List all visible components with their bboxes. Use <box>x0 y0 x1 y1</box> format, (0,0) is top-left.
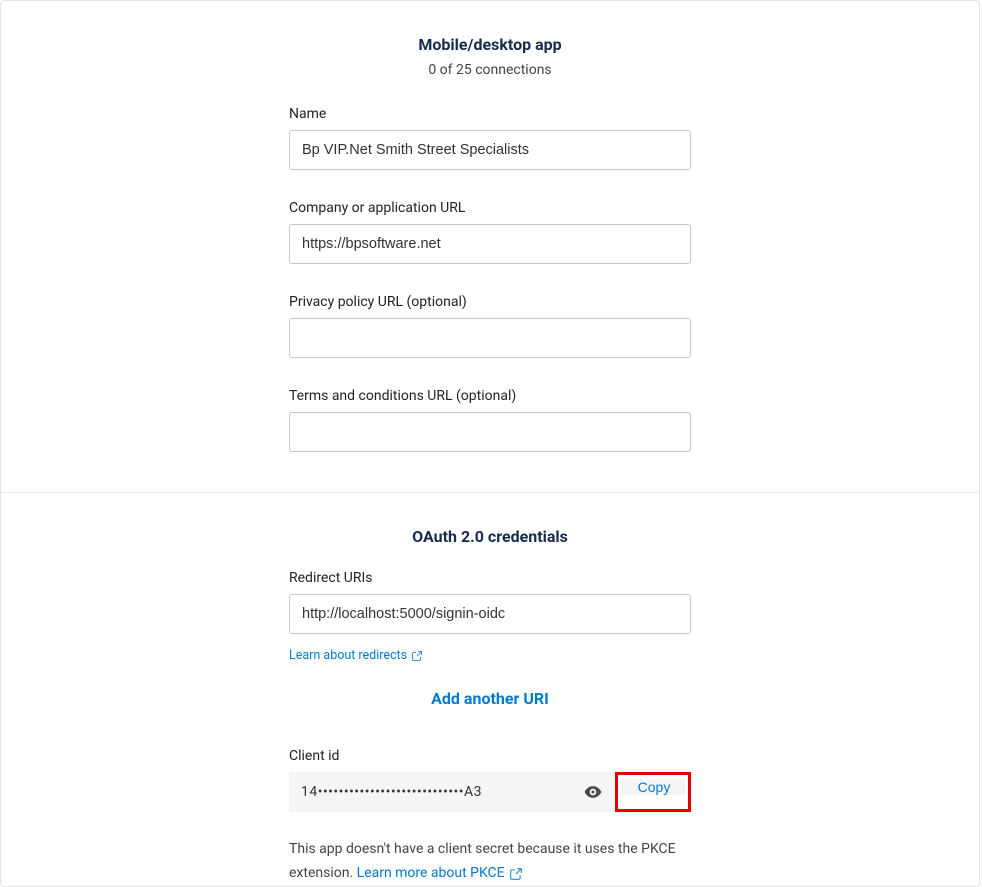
oauth-section: OAuth 2.0 credentials Redirect URIs Lear… <box>1 493 979 886</box>
terms-url-field-group: Terms and conditions URL (optional) <box>289 388 691 452</box>
oauth-form: Redirect URIs Learn about redirects Add … <box>289 570 691 886</box>
learn-pkce-label: Learn more about PKCE <box>357 862 505 886</box>
terms-url-input[interactable] <box>289 412 691 452</box>
privacy-url-label: Privacy policy URL (optional) <box>289 294 691 310</box>
privacy-url-input[interactable] <box>289 318 691 358</box>
client-id-block: Client id 14••••••••••••••••••••••••••••… <box>289 748 691 812</box>
company-url-field-group: Company or application URL <box>289 200 691 264</box>
copy-client-id-button[interactable]: Copy <box>622 779 686 795</box>
app-details-section: Mobile/desktop app 0 of 25 connections N… <box>1 1 979 492</box>
learn-redirects-link[interactable]: Learn about redirects <box>289 648 423 663</box>
reveal-client-id-button[interactable] <box>583 782 603 802</box>
add-uri-row: Add another URI <box>289 689 691 708</box>
connections-count: 0 of 25 connections <box>21 62 959 78</box>
company-url-input[interactable] <box>289 224 691 264</box>
client-id-row: 14••••••••••••••••••••••••••••A3 Copy <box>289 772 691 812</box>
copy-button-highlight: Copy <box>615 772 691 812</box>
terms-url-label: Terms and conditions URL (optional) <box>289 388 691 404</box>
app-panel: Mobile/desktop app 0 of 25 connections N… <box>0 0 980 887</box>
name-field-group: Name <box>289 106 691 170</box>
eye-icon <box>583 782 603 802</box>
external-link-icon <box>509 867 523 881</box>
form-area: Name Company or application URL Privacy … <box>289 106 691 452</box>
redirect-uri-input[interactable] <box>289 594 691 634</box>
learn-redirects-label: Learn about redirects <box>289 648 407 663</box>
external-link-icon <box>411 650 423 662</box>
name-label: Name <box>289 106 691 122</box>
learn-redirects-row: Learn about redirects <box>289 644 691 663</box>
privacy-url-field-group: Privacy policy URL (optional) <box>289 294 691 358</box>
redirect-uri-label: Redirect URIs <box>289 570 691 586</box>
section-title: Mobile/desktop app <box>21 35 959 54</box>
add-another-uri-link[interactable]: Add another URI <box>431 689 549 708</box>
redirect-uri-field-group: Redirect URIs Learn about redirects <box>289 570 691 663</box>
pkce-note: This app doesn't have a client secret be… <box>289 838 691 886</box>
learn-pkce-link[interactable]: Learn more about PKCE <box>357 862 523 886</box>
oauth-section-title: OAuth 2.0 credentials <box>21 527 959 546</box>
client-id-label: Client id <box>289 748 691 764</box>
client-id-value-wrap: 14••••••••••••••••••••••••••••A3 <box>289 772 615 812</box>
client-id-masked-value: 14••••••••••••••••••••••••••••A3 <box>301 784 482 800</box>
name-input[interactable] <box>289 130 691 170</box>
company-url-label: Company or application URL <box>289 200 691 216</box>
